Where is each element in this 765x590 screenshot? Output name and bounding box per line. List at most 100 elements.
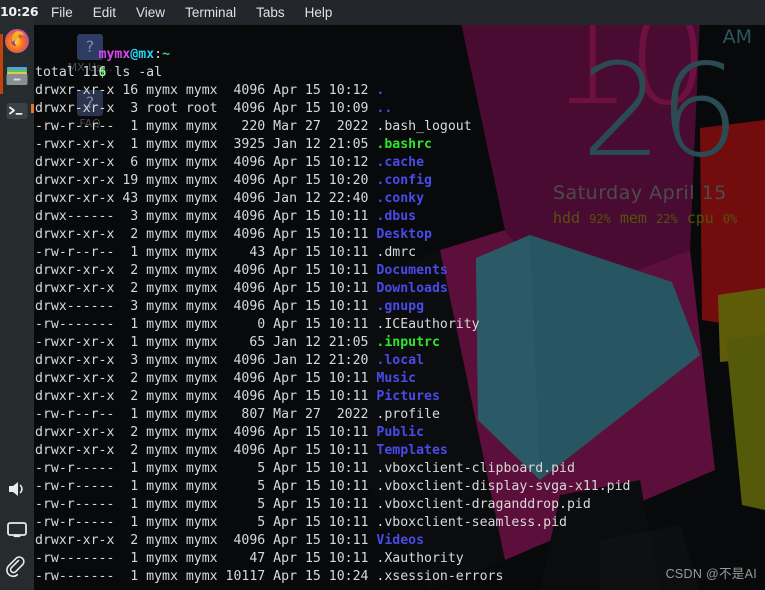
- terminal-file-listing: drwxr-xr-x 16 mymx mymx 4096 Apr 15 10:1…: [34, 82, 765, 586]
- display-icon[interactable]: [4, 516, 30, 542]
- file-row-name: .vboxclient-seamless.pid: [376, 515, 567, 530]
- file-row-name: Downloads: [376, 281, 448, 296]
- file-row-name: .bash_logout: [376, 119, 472, 134]
- file-row-name: Desktop: [376, 227, 432, 242]
- terminal-file-row: drwxr-xr-x 6 mymx mymx 4096 Apr 15 10:12…: [34, 154, 765, 172]
- terminal-file-row: -rw-r--r-- 1 mymx mymx 807 Mar 27 2022 .…: [34, 406, 765, 424]
- file-row-name: .cache: [376, 155, 425, 170]
- file-row-meta: drwxr-xr-x 2 mymx mymx 4096 Apr 15 10:11: [35, 263, 377, 278]
- terminal-file-row: -rw------- 1 mymx mymx 47 Apr 15 10:11 .…: [34, 550, 765, 568]
- terminal-file-row: drwxr-xr-x 2 mymx mymx 4096 Apr 15 10:11…: [34, 280, 765, 298]
- terminal-file-row: drwxr-xr-x 2 mymx mymx 4096 Apr 15 10:11…: [34, 388, 765, 406]
- file-row-name: ..: [376, 101, 393, 116]
- file-row-meta: -rw------- 1 mymx mymx 10117 Apr 15 10:2…: [35, 569, 377, 584]
- prompt-path: ~: [162, 47, 171, 62]
- terminal-file-row: drwxr-xr-x 16 mymx mymx 4096 Apr 15 10:1…: [34, 82, 765, 100]
- file-row-name: .local: [376, 353, 425, 368]
- file-row-meta: -rw-r----- 1 mymx mymx 5 Apr 15 10:11: [35, 497, 377, 512]
- clipboard-icon[interactable]: [4, 556, 30, 582]
- firefox-icon[interactable]: [4, 28, 30, 54]
- file-row-meta: -rw-r----- 1 mymx mymx 5 Apr 15 10:11: [35, 461, 377, 476]
- terminal-icon[interactable]: [4, 98, 30, 124]
- taskbar-tray: [0, 462, 34, 582]
- menu-tabs[interactable]: Tabs: [247, 2, 294, 23]
- terminal-file-row: drwxr-xr-x 43 mymx mymx 4096 Jan 12 22:4…: [34, 190, 765, 208]
- menu-file[interactable]: File: [42, 2, 82, 23]
- file-row-meta: -rw-r----- 1 mymx mymx 5 Apr 15 10:11: [35, 515, 377, 530]
- terminal-prompt-line: mymx@mx:~: [34, 28, 765, 62]
- terminal-file-row: -rw------- 1 mymx mymx 0 Apr 15 10:11 .I…: [34, 316, 765, 334]
- file-row-name: .config: [376, 173, 432, 188]
- file-row-name: .inputrc: [376, 335, 440, 350]
- file-row-name: Videos: [376, 533, 425, 548]
- terminal-file-row: drwx------ 3 mymx mymx 4096 Apr 15 10:11…: [34, 208, 765, 226]
- terminal-file-row: drwxr-xr-x 2 mymx mymx 4096 Apr 15 10:11…: [34, 370, 765, 388]
- file-row-meta: -rw-r--r-- 1 mymx mymx 807 Mar 27 2022: [35, 407, 377, 422]
- prompt-host: mx: [138, 47, 155, 62]
- file-row-name: .Xauthority: [376, 551, 464, 566]
- file-row-meta: -rw-r----- 1 mymx mymx 5 Apr 15 10:11: [35, 479, 377, 494]
- prompt-user: mymx: [98, 47, 131, 62]
- file-row-name: Templates: [376, 443, 448, 458]
- file-row-meta: -rw------- 1 mymx mymx 47 Apr 15 10:11: [35, 551, 377, 566]
- file-row-name: .dbus: [376, 209, 417, 224]
- file-row-meta: -rwxr-xr-x 1 mymx mymx 65 Jan 12 21:05: [35, 335, 377, 350]
- terminal-file-row: drwxr-xr-x 19 mymx mymx 4096 Apr 15 10:2…: [34, 172, 765, 190]
- terminal-file-row: drwxr-xr-x 3 root root 4096 Apr 15 10:09…: [34, 100, 765, 118]
- menu-edit[interactable]: Edit: [84, 2, 125, 23]
- file-row-name: .vboxclient-draganddrop.pid: [376, 497, 591, 512]
- terminal-window[interactable]: File Edit View Terminal Tabs Help mymx@m…: [34, 0, 765, 590]
- file-row-meta: drwxr-xr-x 43 mymx mymx 4096 Jan 12 22:4…: [35, 191, 377, 206]
- file-row-name: .gnupg: [376, 299, 425, 314]
- taskbar[interactable]: 10:26: [0, 0, 39, 590]
- terminal-output-area[interactable]: mymx@mx:~ $ ls -al total 116 drwxr-xr-x …: [34, 25, 765, 590]
- terminal-file-row: -rw-r--r-- 1 mymx mymx 43 Apr 15 10:11 .…: [34, 244, 765, 262]
- file-row-meta: drwxr-xr-x 2 mymx mymx 4096 Apr 15 10:11: [35, 371, 377, 386]
- file-row-name: Music: [376, 371, 417, 386]
- menu-help[interactable]: Help: [296, 2, 342, 23]
- file-row-meta: drwx------ 3 mymx mymx 4096 Apr 15 10:11: [35, 299, 377, 314]
- terminal-file-row: -rw-r----- 1 mymx mymx 5 Apr 15 10:11 .v…: [34, 460, 765, 478]
- file-row-name: .: [376, 83, 385, 98]
- taskbar-clock[interactable]: 10:26: [0, 0, 39, 19]
- file-row-name: .profile: [376, 407, 440, 422]
- menu-view[interactable]: View: [127, 2, 174, 23]
- file-row-name: .vboxclient-clipboard.pid: [376, 461, 575, 476]
- taskbar-activity-indicator: [31, 104, 34, 113]
- taskbar-accent-bar: [0, 34, 3, 94]
- terminal-file-row: drwxr-xr-x 2 mymx mymx 4096 Apr 15 10:11…: [34, 424, 765, 442]
- file-row-meta: drwxr-xr-x 2 mymx mymx 4096 Apr 15 10:11: [35, 443, 377, 458]
- terminal-file-row: drwxr-xr-x 2 mymx mymx 4096 Apr 15 10:11…: [34, 262, 765, 280]
- desktop-screen: 10 26 AM Saturday April 15 hdd 92% mem 2…: [0, 0, 765, 590]
- file-row-meta: drwxr-xr-x 3 mymx mymx 4096 Jan 12 21:20: [35, 353, 377, 368]
- file-row-name: .xsession-errors: [376, 569, 504, 584]
- file-row-meta: drwxr-xr-x 6 mymx mymx 4096 Apr 15 10:12: [35, 155, 377, 170]
- terminal-file-row: -rw------- 1 mymx mymx 10117 Apr 15 10:2…: [34, 568, 765, 586]
- file-row-meta: -rw------- 1 mymx mymx 0 Apr 15 10:11: [35, 317, 377, 332]
- file-row-name: .ICEauthority: [376, 317, 480, 332]
- terminal-file-row: -rw-r----- 1 mymx mymx 5 Apr 15 10:11 .v…: [34, 514, 765, 532]
- file-row-meta: drwxr-xr-x 16 mymx mymx 4096 Apr 15 10:1…: [35, 83, 377, 98]
- file-row-meta: drwxr-xr-x 2 mymx mymx 4096 Apr 15 10:11: [35, 425, 377, 440]
- terminal-file-row: drwxr-xr-x 2 mymx mymx 4096 Apr 15 10:11…: [34, 442, 765, 460]
- file-row-name: .bashrc: [376, 137, 432, 152]
- file-row-name: .dmrc: [376, 245, 417, 260]
- menu-terminal[interactable]: Terminal: [176, 2, 245, 23]
- file-row-name: Pictures: [376, 389, 440, 404]
- terminal-file-row: drwxr-xr-x 3 mymx mymx 4096 Jan 12 21:20…: [34, 352, 765, 370]
- terminal-file-row: -rwxr-xr-x 1 mymx mymx 3925 Jan 12 21:05…: [34, 136, 765, 154]
- terminal-file-row: drwxr-xr-x 2 mymx mymx 4096 Apr 15 10:11…: [34, 532, 765, 550]
- terminal-file-row: drwxr-xr-x 2 mymx mymx 4096 Apr 15 10:11…: [34, 226, 765, 244]
- file-row-name: .conky: [376, 191, 425, 206]
- volume-icon[interactable]: [4, 476, 30, 502]
- file-row-meta: -rw-r--r-- 1 mymx mymx 220 Mar 27 2022: [35, 119, 377, 134]
- file-row-meta: drwxr-xr-x 3 root root 4096 Apr 15 10:09: [35, 101, 377, 116]
- file-row-meta: -rw-r--r-- 1 mymx mymx 43 Apr 15 10:11: [35, 245, 377, 260]
- terminal-file-row: -rw-r----- 1 mymx mymx 5 Apr 15 10:11 .v…: [34, 478, 765, 496]
- file-row-meta: drwxr-xr-x 2 mymx mymx 4096 Apr 15 10:11: [35, 227, 377, 242]
- file-manager-icon[interactable]: [4, 63, 30, 89]
- file-row-meta: -rwxr-xr-x 1 mymx mymx 3925 Jan 12 21:05: [35, 137, 377, 152]
- terminal-file-row: -rw-r--r-- 1 mymx mymx 220 Mar 27 2022 .…: [34, 118, 765, 136]
- terminal-menubar: File Edit View Terminal Tabs Help: [34, 0, 765, 25]
- file-row-meta: drwxr-xr-x 2 mymx mymx 4096 Apr 15 10:11: [35, 389, 377, 404]
